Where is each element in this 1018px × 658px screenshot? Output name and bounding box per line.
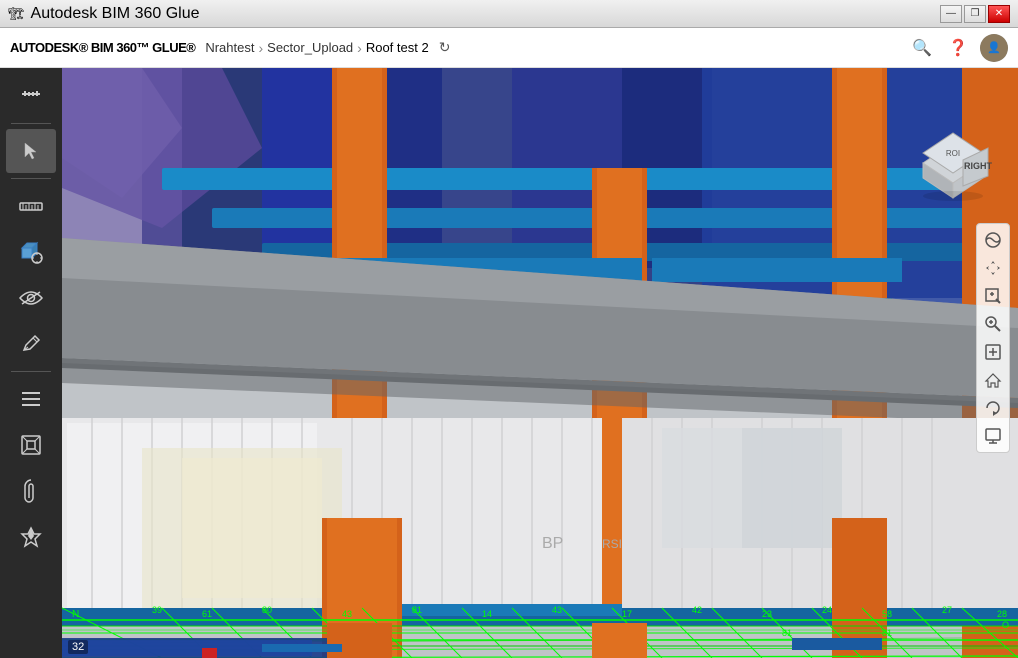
main-area: BP RSI [0,68,1018,658]
svg-text:81: 81 [782,628,792,638]
zoom-tool-btn[interactable] [980,311,1006,337]
orbit-tool-btn[interactable] [980,227,1006,253]
search-button[interactable]: 🔍 [908,34,936,62]
menu-bar: AUTODESK® BIM 360™ GLUE® Nrahtest › Sect… [0,28,1018,68]
left-toolbar [0,68,62,658]
svg-text:39: 39 [152,605,162,615]
toolbar-sep-2 [11,178,51,179]
svg-text:RIGHT: RIGHT [964,161,993,171]
title-bar-left: 🏗 Autodesk BIM 360 Glue [8,5,200,23]
user-initial: 👤 [980,34,1008,62]
zoom-window-tool-btn[interactable] [980,283,1006,309]
title-bar-controls: — ❐ ✕ [940,5,1010,23]
breadcrumb-nrahtest[interactable]: Nrahtest [205,40,254,55]
viewport[interactable]: BP RSI [62,68,1018,658]
toolbar-section-btn[interactable] [6,423,56,467]
toolbar-select-btn[interactable] [6,129,56,173]
right-tools-panel [976,223,1010,453]
svg-text:O: O [1002,620,1009,630]
toolbar-clip-btn[interactable] [6,469,56,513]
saved-views-tool-btn[interactable] [980,423,1006,449]
svg-text:61: 61 [202,609,212,619]
svg-text:43: 43 [552,605,562,615]
svg-text:28: 28 [997,609,1007,619]
title-bar: 🏗 Autodesk BIM 360 Glue — ❐ ✕ [0,0,1018,28]
svg-text:80: 80 [262,605,272,615]
svg-text:23: 23 [762,609,772,619]
nav-cube[interactable]: ROI RIGHT [908,118,998,208]
breadcrumb-sector-upload[interactable]: Sector_Upload [267,40,353,55]
corner-label: 32 [68,640,88,654]
breadcrumb: Nrahtest › Sector_Upload › Roof test 2 ↻ [205,39,908,56]
svg-text:ROI: ROI [946,149,960,158]
app-icon: 🏗 [8,6,25,22]
toolbar-sep-3 [11,371,51,372]
svg-text:58: 58 [882,609,892,619]
toolbar-sep-1 [11,123,51,124]
pan-tool-btn[interactable] [980,255,1006,281]
svg-text:17: 17 [622,609,632,619]
svg-text:43: 43 [342,609,352,619]
toolbar-ruler-btn[interactable] [6,184,56,228]
svg-text:24: 24 [822,605,832,615]
close-button[interactable]: ✕ [988,5,1010,23]
breadcrumb-sep-1: › [258,40,263,56]
user-avatar[interactable]: 👤 [980,34,1008,62]
roll-tool-btn[interactable] [980,395,1006,421]
toolbar-model-browser-btn[interactable] [6,377,56,421]
toolbar-navigate-btn[interactable] [6,515,56,559]
svg-text:27: 27 [942,605,952,615]
scene-canvas: BP RSI [62,68,1018,658]
fit-tool-btn[interactable] [980,339,1006,365]
svg-text:42: 42 [692,605,702,615]
svg-text:81: 81 [882,628,892,638]
toolbar-markup-btn[interactable] [6,322,56,366]
refresh-icon[interactable]: ↻ [439,39,451,56]
autodesk-brand: AUTODESK® BIM 360™ GLUE® [10,40,195,55]
toolbar-measure-btn[interactable] [6,74,56,118]
nav-cube-svg: ROI RIGHT [908,118,998,208]
svg-text:N: N [72,609,79,620]
restore-button[interactable]: ❐ [964,5,986,23]
breadcrumb-current: Roof test 2 [366,40,429,55]
toolbar-3d-btn[interactable] [6,230,56,274]
toolbar-visibility-btn[interactable] [6,276,56,320]
svg-text:81: 81 [412,605,422,615]
breadcrumb-sep-2: › [357,40,362,56]
help-button[interactable]: ❓ [944,34,972,62]
svg-text:BP: BP [542,535,563,552]
svg-text:RSI: RSI [602,537,622,551]
minimize-button[interactable]: — [940,5,962,23]
title-bar-title: Autodesk BIM 360 Glue [31,5,200,23]
home-tool-btn[interactable] [980,367,1006,393]
menu-bar-right: 🔍 ❓ 👤 [908,34,1008,62]
svg-text:14: 14 [482,609,492,619]
